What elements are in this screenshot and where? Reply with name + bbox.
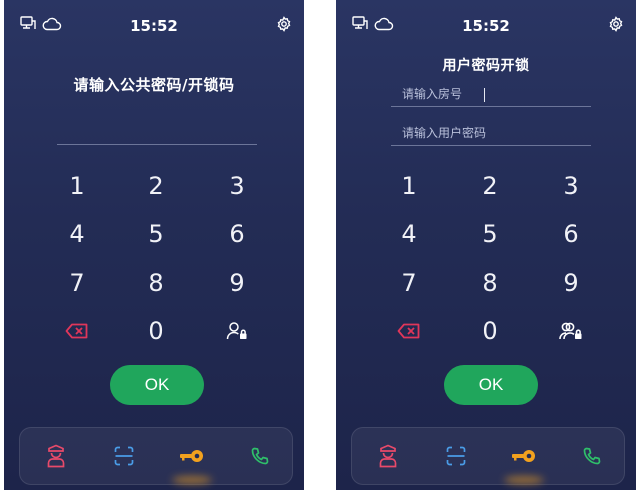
public-password-button[interactable] <box>541 313 601 349</box>
key-5[interactable]: 5 <box>460 216 520 252</box>
key-6[interactable]: 6 <box>541 216 601 252</box>
dock-call-guard[interactable] <box>354 428 422 484</box>
key-9[interactable]: 9 <box>207 265 267 301</box>
key-0[interactable]: 0 <box>126 313 186 349</box>
page-title: 请输入公共密码/开锁码 <box>73 76 235 94</box>
status-time: 15:52 <box>130 17 178 35</box>
dock-call[interactable] <box>226 428 294 484</box>
key-icon <box>511 448 537 464</box>
key-icon <box>179 448 205 464</box>
key-5[interactable]: 5 <box>126 216 186 252</box>
phone-icon <box>583 447 601 465</box>
bottom-dock <box>19 427 293 485</box>
key-8[interactable]: 8 <box>126 265 186 301</box>
key-2[interactable]: 2 <box>126 168 186 204</box>
key-1[interactable]: 1 <box>379 168 439 204</box>
key-8[interactable]: 8 <box>460 265 520 301</box>
public-password-screen: 15:52 请输入公共密码/开锁码 1 2 3 4 5 6 7 8 9 0 OK <box>4 0 304 490</box>
key-7[interactable]: 7 <box>379 265 439 301</box>
qr-scan-icon <box>446 446 466 466</box>
ok-button[interactable]: OK <box>444 365 538 405</box>
backspace-button[interactable] <box>47 313 107 349</box>
key-3[interactable]: 3 <box>207 168 267 204</box>
text-caret <box>484 87 486 102</box>
key-1[interactable]: 1 <box>47 168 107 204</box>
settings-gear-icon[interactable] <box>276 16 292 32</box>
room-number-underline <box>391 106 591 107</box>
active-glow <box>172 476 212 484</box>
dock-call-guard[interactable] <box>22 428 90 484</box>
status-bar: 15:52 <box>4 16 304 36</box>
page-title: 用户密码开锁 <box>442 58 530 74</box>
backspace-icon <box>65 323 89 339</box>
password-input-underline[interactable] <box>57 144 257 145</box>
user-lock-icon <box>226 321 248 341</box>
key-7[interactable]: 7 <box>47 265 107 301</box>
user-password-screen: 15:52 用户密码开锁 请输入房号 请输入用户密码 1 2 3 4 5 6 7… <box>336 0 636 490</box>
settings-gear-icon[interactable] <box>608 16 624 32</box>
user-password-button[interactable] <box>207 313 267 349</box>
key-6[interactable]: 6 <box>207 216 267 252</box>
room-number-placeholder: 请输入房号 <box>402 87 463 101</box>
key-4[interactable]: 4 <box>47 216 107 252</box>
dock-scan[interactable] <box>422 428 490 484</box>
security-guard-icon <box>46 444 66 468</box>
bottom-dock <box>351 427 625 485</box>
dock-unlock[interactable] <box>158 428 226 484</box>
ok-button[interactable]: OK <box>110 365 204 405</box>
phone-icon <box>251 447 269 465</box>
dock-call[interactable] <box>558 428 626 484</box>
key-3[interactable]: 3 <box>541 168 601 204</box>
users-lock-icon <box>559 321 583 341</box>
key-2[interactable]: 2 <box>460 168 520 204</box>
key-4[interactable]: 4 <box>379 216 439 252</box>
dock-scan[interactable] <box>90 428 158 484</box>
backspace-icon <box>397 323 421 339</box>
active-glow <box>504 476 544 484</box>
dock-unlock[interactable] <box>490 428 558 484</box>
status-bar: 15:52 <box>336 16 636 36</box>
backspace-button[interactable] <box>379 313 439 349</box>
user-password-underline <box>391 145 591 146</box>
qr-scan-icon <box>114 446 134 466</box>
key-0[interactable]: 0 <box>460 313 520 349</box>
room-number-field[interactable]: 请输入房号 <box>402 85 486 102</box>
key-9[interactable]: 9 <box>541 265 601 301</box>
user-password-field[interactable]: 请输入用户密码 <box>402 124 486 141</box>
security-guard-icon <box>378 444 398 468</box>
status-time: 15:52 <box>462 17 510 35</box>
